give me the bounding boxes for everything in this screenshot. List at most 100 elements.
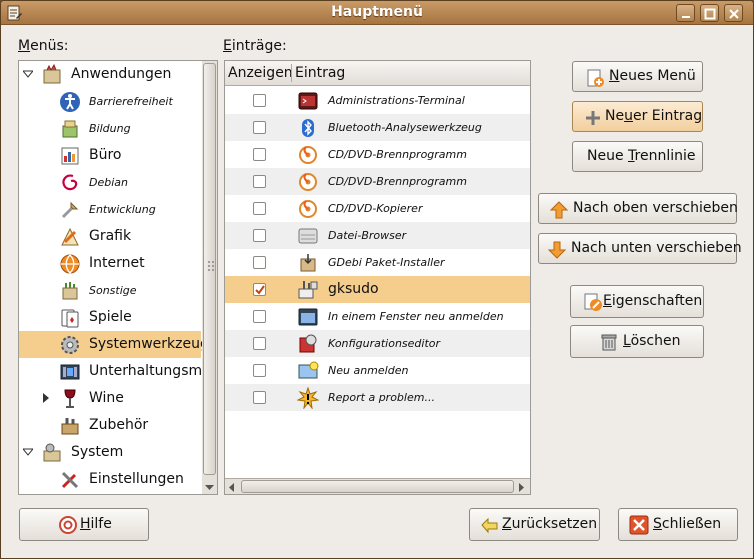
- tree-item[interactable]: Entwicklung: [19, 196, 201, 223]
- add-icon: [586, 111, 600, 125]
- table-row[interactable]: Report a problem...: [225, 384, 530, 411]
- title-bar[interactable]: Hauptmenü: [1, 1, 753, 25]
- move-up-button[interactable]: Nach oben verschieben: [538, 193, 738, 224]
- show-checkbox[interactable]: [253, 391, 266, 404]
- table-row[interactable]: Neu anmelden: [225, 357, 530, 384]
- graphics-icon: [61, 227, 79, 246]
- table-row[interactable]: CD/DVD-Kopierer: [225, 195, 530, 222]
- accessibility-icon: [60, 92, 80, 112]
- debian-icon: [62, 174, 78, 191]
- expander-closed-icon[interactable]: [41, 393, 51, 403]
- tree-item[interactable]: Spiele: [19, 304, 201, 331]
- tree-item-label: Internet: [89, 255, 145, 271]
- show-checkbox[interactable]: [253, 148, 266, 161]
- entry-label: Report a problem...: [328, 391, 435, 404]
- column-header-entry[interactable]: Eintrag: [295, 65, 345, 81]
- table-row[interactable]: CD/DVD-Brennprogramm: [225, 141, 530, 168]
- show-checkbox[interactable]: [253, 283, 266, 296]
- table-row[interactable]: gksudo: [225, 276, 530, 303]
- show-checkbox[interactable]: [253, 229, 266, 242]
- show-checkbox[interactable]: [253, 337, 266, 350]
- preferences-icon: [61, 471, 79, 489]
- new-entry-button[interactable]: Neuer Eintrag: [572, 101, 703, 132]
- gksudo-icon: [298, 281, 318, 299]
- applications-icon: [43, 64, 61, 84]
- table-row[interactable]: CD/DVD-Brennprogramm: [225, 168, 530, 195]
- relogin-icon: [298, 361, 319, 379]
- close-button[interactable]: Schließen: [618, 508, 738, 541]
- table-header: Anzeigen Eintrag: [225, 61, 530, 86]
- table-scroll-thumb[interactable]: [241, 480, 514, 493]
- trash-icon: [601, 334, 617, 351]
- entry-label: gksudo: [328, 281, 379, 297]
- maximize-button[interactable]: [700, 4, 719, 22]
- close-icon: [729, 9, 739, 19]
- table-horizontal-scrollbar[interactable]: [225, 478, 530, 494]
- entries-label: Einträge:: [223, 38, 287, 54]
- delete-button[interactable]: Löschen: [570, 325, 704, 358]
- column-header-show[interactable]: Anzeigen: [228, 65, 293, 81]
- tree-item[interactable]: Einstellungen: [19, 466, 201, 493]
- show-checkbox[interactable]: [253, 310, 266, 323]
- entries-table[interactable]: Anzeigen Eintrag Administrations-Termina…: [224, 60, 531, 495]
- minimize-button[interactable]: [676, 4, 695, 22]
- properties-icon: [584, 293, 602, 311]
- help-button[interactable]: Hilfe: [19, 508, 149, 541]
- entry-label: CD/DVD-Brennprogramm: [328, 175, 467, 188]
- table-row[interactable]: Konfigurationseditor: [225, 330, 530, 357]
- show-checkbox[interactable]: [253, 256, 266, 269]
- internet-icon: [60, 254, 80, 274]
- menu-tree[interactable]: Anwendungen Barrierefreiheit Bildung Büro De…: [18, 60, 218, 495]
- close-window-button[interactable]: [724, 4, 743, 22]
- accessories-icon: [61, 418, 79, 435]
- table-row[interactable]: Datei-Browser: [225, 222, 530, 249]
- table-row[interactable]: In einem Fenster neu anmelden: [225, 303, 530, 330]
- tree-item[interactable]: Bildung: [19, 115, 201, 142]
- show-checkbox[interactable]: [253, 175, 266, 188]
- tree-vertical-scrollbar[interactable]: [202, 60, 218, 495]
- tree-item[interactable]: Internet: [19, 250, 201, 277]
- tree-item[interactable]: Zubehör: [19, 412, 201, 439]
- move-down-button[interactable]: Nach unten verschieben: [538, 233, 742, 264]
- pane-grip-icon[interactable]: [207, 260, 215, 272]
- bluetooth-icon: [302, 119, 314, 137]
- table-row[interactable]: Administrations-Terminal: [225, 87, 530, 114]
- tree-item[interactable]: Grafik: [19, 223, 201, 250]
- table-row[interactable]: GDebi Paket-Installer: [225, 249, 530, 276]
- show-checkbox[interactable]: [253, 121, 266, 134]
- tree-item[interactable]: Unterhaltungsmedien: [19, 358, 217, 385]
- show-checkbox[interactable]: [253, 94, 266, 107]
- tree-item[interactable]: Büro: [19, 142, 201, 169]
- tree-item[interactable]: Systemwerkzeuge: [19, 331, 217, 358]
- terminal-icon: [298, 92, 318, 110]
- arrow-up-icon: [549, 201, 569, 219]
- maximize-icon: [704, 8, 716, 20]
- scroll-down-icon[interactable]: [205, 485, 214, 491]
- tree-item-label: Zubehör: [89, 417, 149, 433]
- revert-button[interactable]: Zurücksetzen: [469, 508, 600, 541]
- cd-burner-icon: [299, 146, 317, 164]
- new-menu-button[interactable]: Neues Menü: [572, 61, 703, 92]
- expander-open-icon[interactable]: [23, 69, 33, 79]
- show-checkbox[interactable]: [253, 202, 266, 215]
- new-separator-button[interactable]: Neue Trennlinie: [572, 141, 703, 172]
- show-checkbox[interactable]: [253, 364, 266, 377]
- tree-item[interactable]: Debian: [19, 169, 201, 196]
- scroll-right-icon[interactable]: [519, 483, 525, 492]
- main-menu-window: Hauptmenü Menüs: Einträge: Anwendungen Ba…: [0, 0, 754, 559]
- entry-label: In einem Fenster neu anmelden: [328, 310, 504, 323]
- tree-item[interactable]: Wine: [19, 385, 201, 412]
- properties-button[interactable]: Eigenschaften: [570, 285, 704, 318]
- tree-item[interactable]: Sonstige: [19, 277, 201, 304]
- tree-item[interactable]: Anwendungen: [19, 61, 201, 88]
- checkmark-icon: [255, 285, 265, 295]
- tree-item[interactable]: Barrierefreiheit: [19, 88, 201, 115]
- tree-item-label: Spiele: [89, 309, 132, 325]
- tree-item[interactable]: System: [19, 439, 201, 466]
- scroll-left-icon[interactable]: [229, 483, 235, 492]
- table-row[interactable]: Bluetooth-Analysewerkzeug: [225, 114, 530, 141]
- tree-item-label: Bildung: [89, 122, 131, 135]
- system-tools-icon: [61, 336, 79, 354]
- entry-label: CD/DVD-Brennprogramm: [328, 148, 467, 161]
- expander-open-icon[interactable]: [23, 447, 33, 457]
